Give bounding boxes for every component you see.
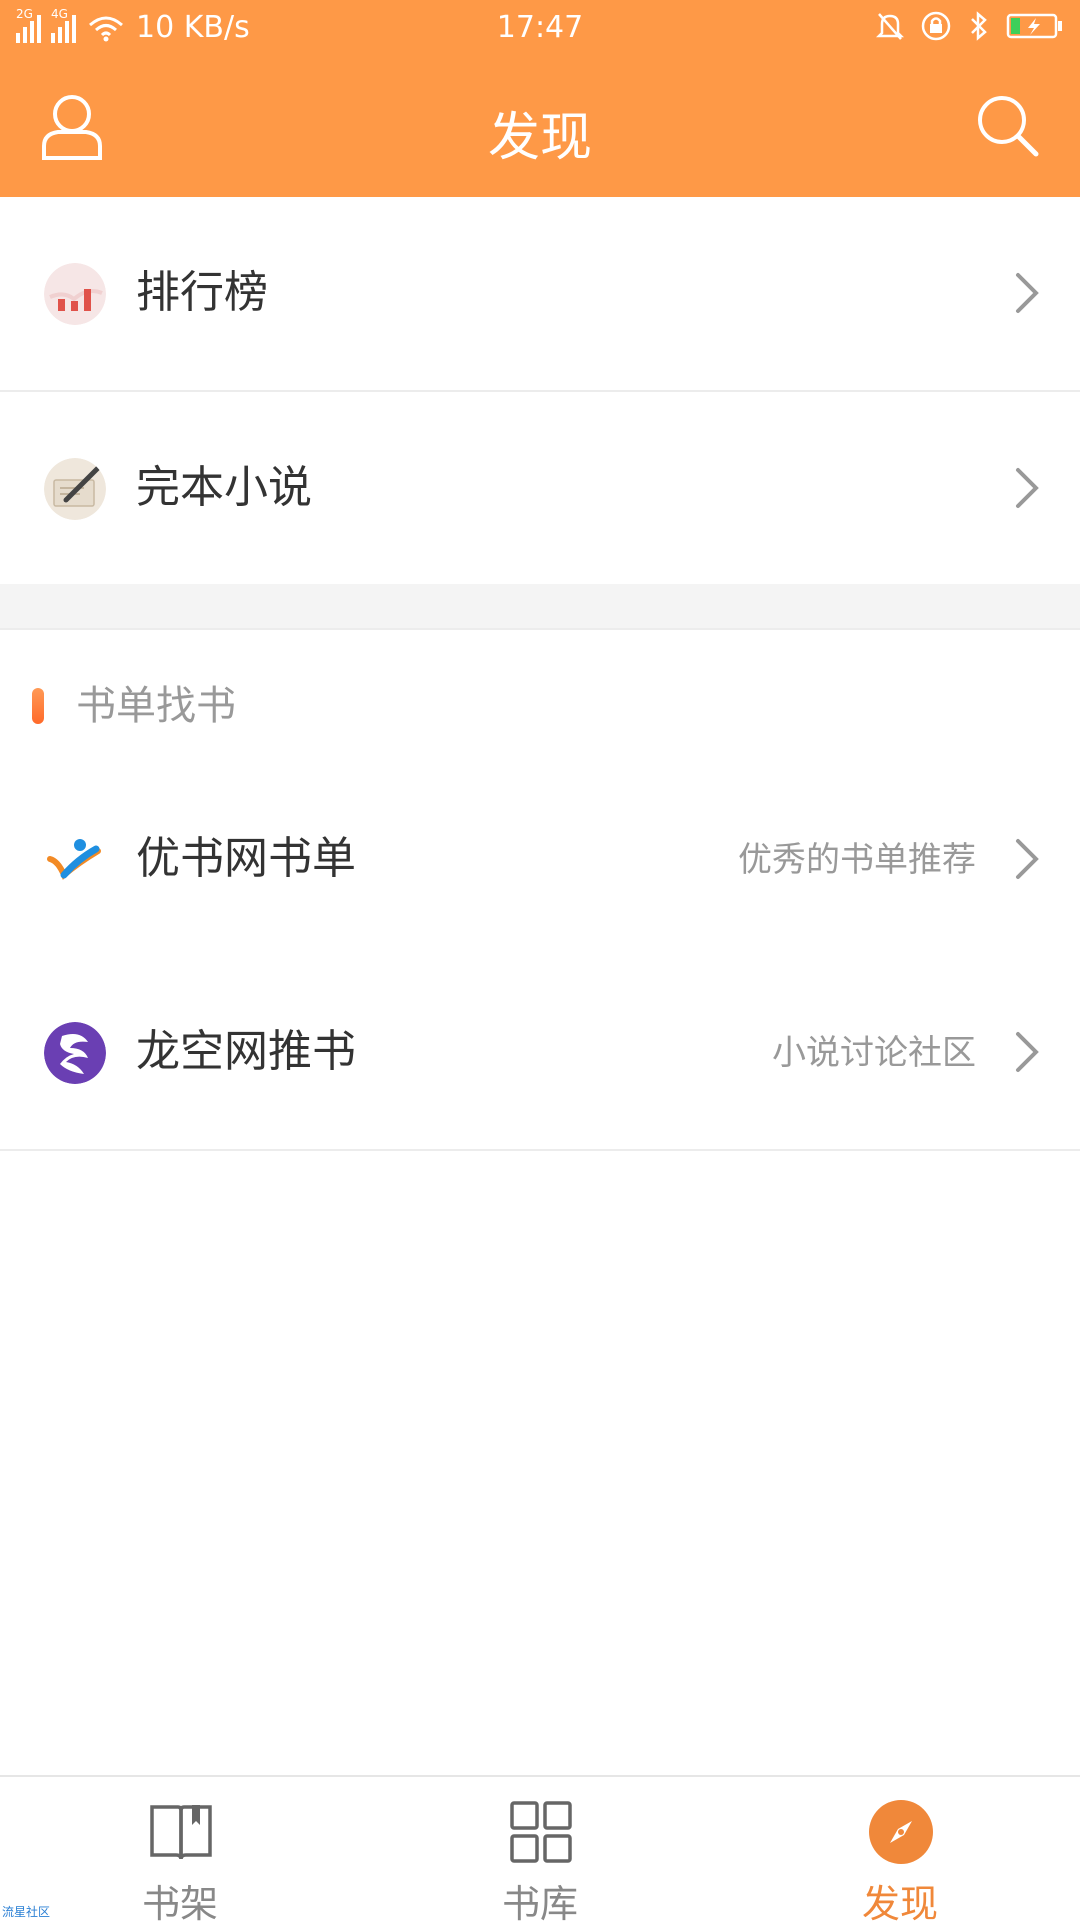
chevron-right-icon bbox=[1016, 273, 1039, 313]
tab-discover[interactable]: 发现 bbox=[800, 1793, 1000, 1926]
chevron-right-icon bbox=[1016, 468, 1039, 508]
list-item-label: 优书网书单 bbox=[136, 833, 356, 884]
library-grid-icon bbox=[510, 1801, 572, 1863]
list-item-label: 龙空网推书 bbox=[136, 1026, 356, 1077]
search-icon bbox=[978, 96, 1039, 157]
bluetooth-icon bbox=[971, 11, 987, 41]
section-accent-bar bbox=[32, 688, 44, 724]
chevron-right-icon bbox=[1016, 839, 1039, 879]
lkong-dragon-icon bbox=[44, 1022, 106, 1084]
list-item-subtitle: 小说讨论社区 bbox=[772, 1033, 976, 1073]
list-item-subtitle: 优秀的书单推荐 bbox=[738, 840, 976, 880]
list-item-completed-novels[interactable]: 完本小说 bbox=[0, 392, 1080, 587]
status-bar: 2G 4G 10 KB/s 17:47 bbox=[0, 0, 1080, 56]
completed-novel-icon bbox=[44, 458, 106, 520]
battery-icon bbox=[1006, 13, 1062, 39]
section-divider bbox=[0, 584, 1080, 630]
section-title: 书单找书 bbox=[76, 683, 236, 729]
bell-off-icon bbox=[876, 13, 904, 40]
chevron-right-icon bbox=[1016, 1032, 1039, 1072]
lock-rotation-icon bbox=[921, 11, 951, 41]
tab-library[interactable]: 书库 bbox=[440, 1793, 640, 1926]
compass-icon bbox=[869, 1800, 933, 1864]
status-right bbox=[876, 10, 1064, 42]
watermark-text: 流星社区 bbox=[2, 1905, 51, 1919]
tab-bookshelf[interactable]: 书架 bbox=[80, 1793, 280, 1926]
list-item-label: 排行榜 bbox=[136, 267, 268, 318]
section-header-booklists: 书单找书 bbox=[0, 630, 1080, 770]
bottom-navigation: 书架 书库 发现 流星社区 bbox=[0, 1775, 1080, 1926]
ranking-chart-icon bbox=[44, 263, 106, 325]
bookshelf-icon bbox=[150, 1805, 212, 1860]
list-item-lkong[interactable]: 龙空网推书 小说讨论社区 bbox=[0, 956, 1080, 1151]
list-item-ranking[interactable]: 排行榜 bbox=[0, 197, 1080, 392]
list-item-label: 完本小说 bbox=[136, 462, 312, 513]
list-item-youshu[interactable]: 优书网书单 优秀的书单推荐 bbox=[0, 763, 1080, 958]
search-button[interactable] bbox=[970, 88, 1046, 164]
app-header: 2G 4G 10 KB/s 17:47 发现 bbox=[0, 0, 1080, 197]
youshu-logo-icon bbox=[44, 829, 106, 891]
page-title: 发现 bbox=[487, 108, 592, 168]
